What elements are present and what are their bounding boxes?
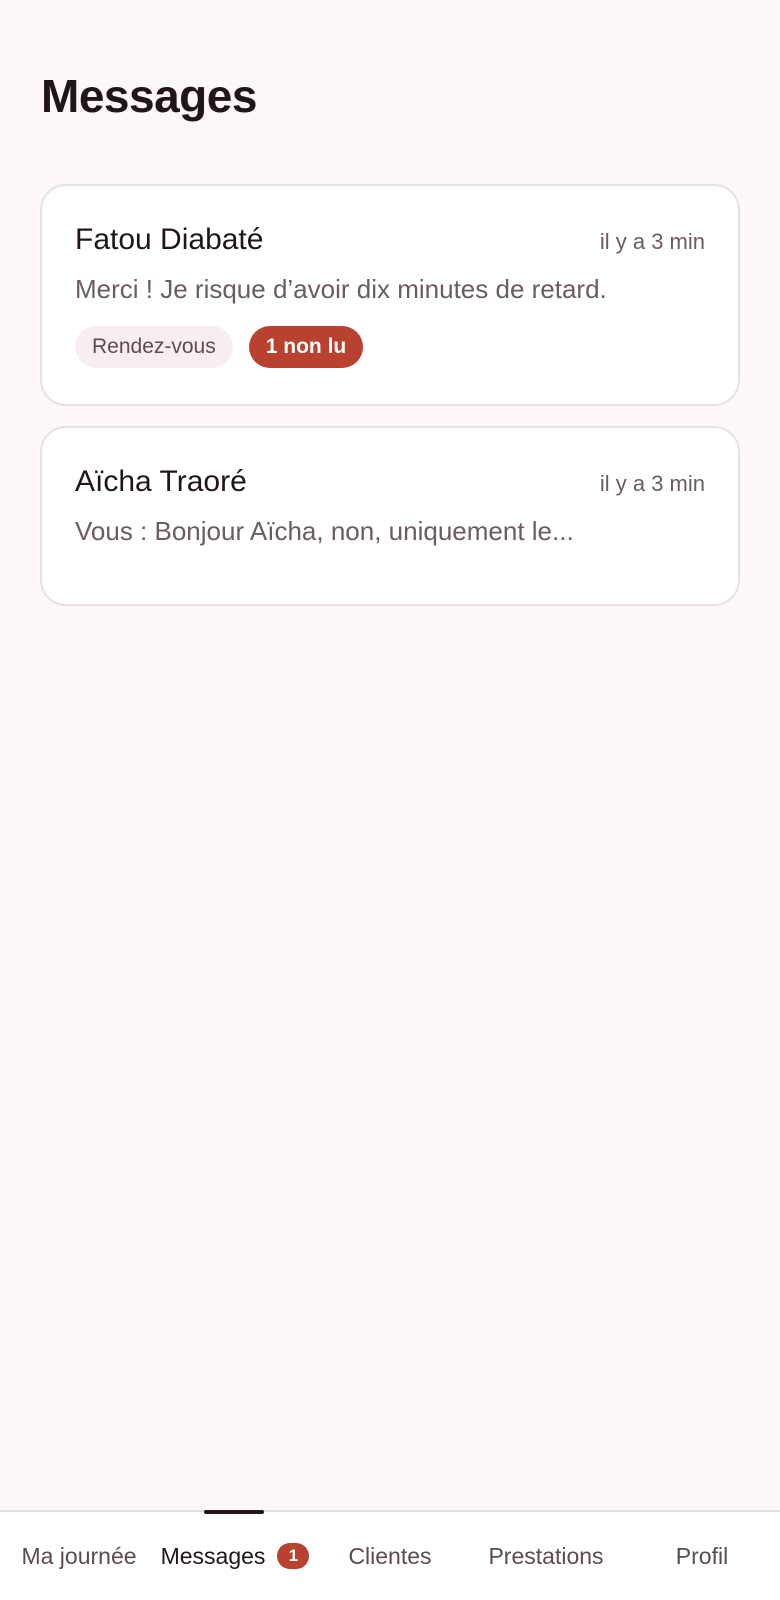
conversation-tags: Rendez-vous 1 non lu (75, 326, 705, 368)
nav-item-label: Prestations (488, 1542, 604, 1569)
unread-badge: 1 non lu (248, 326, 364, 368)
conversation-card-aicha[interactable]: Aïcha Traoré il y a 3 min Vous : Bonjour… (40, 426, 740, 606)
nav-item-label: Clientes (348, 1542, 432, 1569)
conversation-header: Aïcha Traoré il y a 3 min (75, 464, 705, 500)
nav-item-clientes[interactable]: Clientes (330, 1512, 450, 1600)
nav-item-label: Profil (675, 1542, 729, 1569)
conversation-list: Fatou Diabaté il y a 3 min Merci ! Je ri… (40, 184, 740, 626)
topic-tag: Rendez-vous (75, 326, 233, 368)
conversation-header: Fatou Diabaté il y a 3 min (75, 222, 705, 258)
contact-name: Fatou Diabaté (75, 223, 264, 256)
message-timestamp: il y a 3 min (599, 471, 705, 496)
conversation-card-fatou[interactable]: Fatou Diabaté il y a 3 min Merci ! Je ri… (40, 184, 740, 406)
message-preview: Vous : Bonjour Aïcha, non, uniquement le… (75, 516, 574, 546)
messages-count-badge: 1 (277, 1543, 310, 1569)
nav-item-ma-journee[interactable]: Ma journée (10, 1512, 148, 1600)
message-timestamp: il y a 3 min (599, 229, 705, 254)
nav-item-messages[interactable]: Messages 1 (150, 1512, 320, 1600)
bottom-navigation: Ma journée Messages 1 Clientes Prestatio… (0, 1510, 780, 1600)
page-title: Messages (41, 70, 257, 122)
message-preview: Merci ! Je risque d’avoir dix minutes de… (75, 274, 607, 304)
nav-item-label: Messages (160, 1542, 266, 1569)
nav-item-label: Ma journée (21, 1542, 137, 1569)
nav-item-profil[interactable]: Profil (650, 1512, 754, 1600)
contact-name: Aïcha Traoré (75, 465, 247, 498)
nav-item-prestations[interactable]: Prestations (466, 1512, 626, 1600)
